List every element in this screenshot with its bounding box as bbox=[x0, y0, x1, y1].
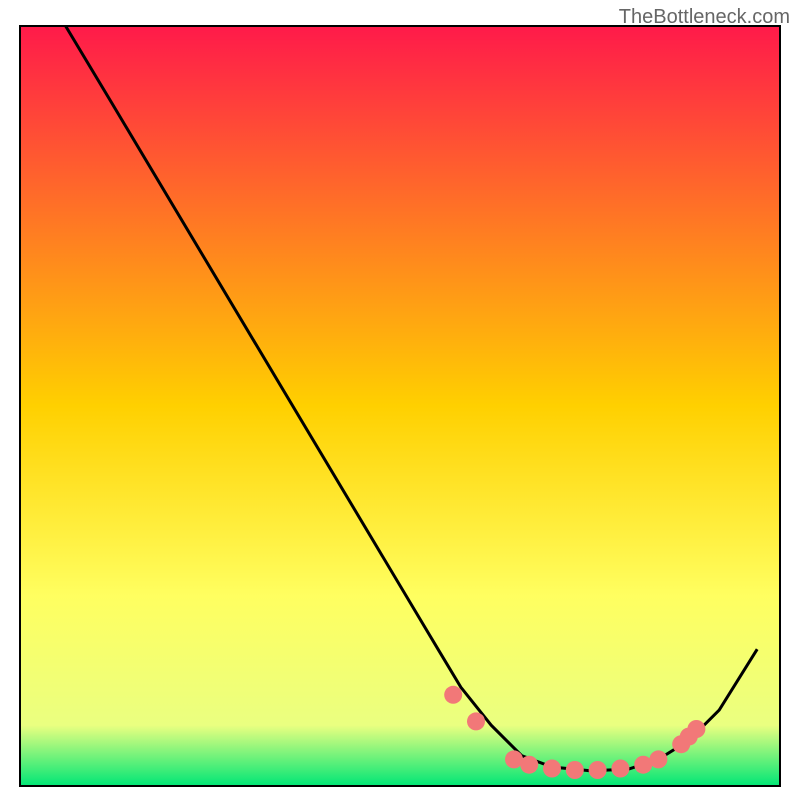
scatter-dot bbox=[520, 756, 538, 774]
scatter-dot bbox=[444, 686, 462, 704]
scatter-dot bbox=[467, 712, 485, 730]
scatter-dot bbox=[543, 760, 561, 778]
scatter-dot bbox=[611, 760, 629, 778]
chart-svg bbox=[0, 0, 800, 800]
scatter-dot bbox=[566, 761, 584, 779]
chart-container: TheBottleneck.com bbox=[0, 0, 800, 800]
scatter-dot bbox=[589, 761, 607, 779]
scatter-dot bbox=[649, 750, 667, 768]
scatter-dot bbox=[687, 720, 705, 738]
watermark-text: TheBottleneck.com bbox=[619, 6, 790, 29]
